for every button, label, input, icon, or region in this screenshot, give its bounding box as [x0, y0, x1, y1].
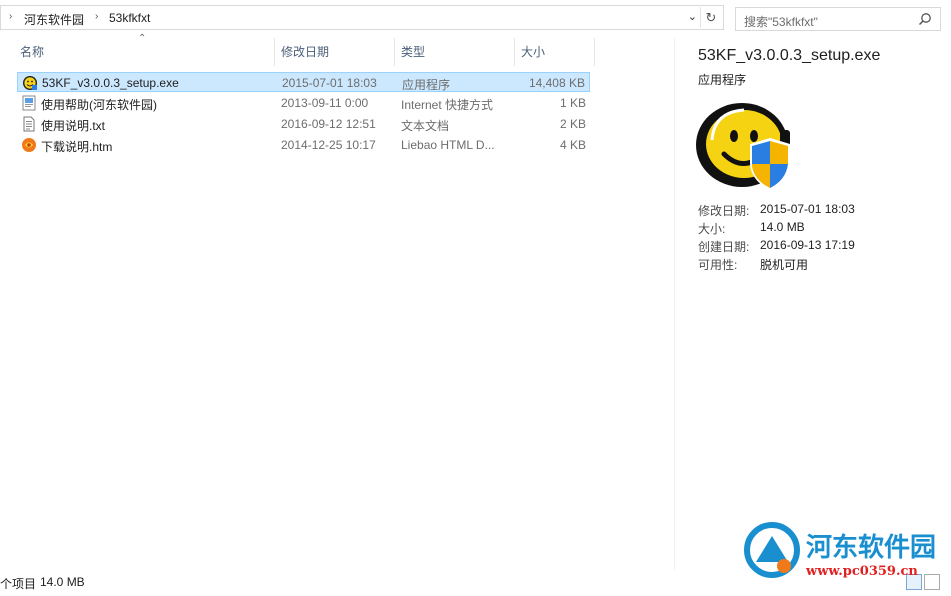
- details-prop-value: 14.0 MB: [760, 220, 805, 234]
- search-input[interactable]: 搜索"53kfkfxt": [735, 7, 941, 31]
- watermark-url: www.pc0359.cn: [806, 564, 918, 579]
- details-prop-value: 脱机可用: [760, 258, 809, 272]
- file-name: 使用帮助(河东软件园): [41, 98, 157, 112]
- file-size: 2 KB: [559, 117, 586, 131]
- liebao-html-icon: [22, 138, 36, 152]
- file-type: Liebao HTML D...: [401, 138, 495, 152]
- text-document-icon: [23, 116, 35, 132]
- status-item-count: 个项目: [0, 577, 37, 591]
- status-selected-size: 14.0 MB: [40, 575, 85, 589]
- search-icon[interactable]: [918, 12, 932, 26]
- breadcrumb-separator-icon[interactable]: ›: [95, 11, 98, 22]
- file-date: 2015-07-01 18:03: [282, 76, 377, 90]
- details-file-type: 应用程序: [698, 73, 747, 87]
- file-row[interactable]: 使用帮助(河东软件园) 2013-09-11 0:00 Internet 快捷方…: [17, 93, 590, 113]
- file-name: 53KF_v3.0.0.3_setup.exe: [42, 76, 179, 90]
- details-prop-label: 可用性:: [698, 258, 738, 272]
- file-date: 2013-09-11 0:00: [281, 96, 369, 110]
- details-prop-label: 创建日期:: [698, 240, 750, 254]
- details-prop-label: 修改日期:: [698, 204, 750, 218]
- file-name: 下载说明.htm: [41, 140, 113, 154]
- watermark-logo-icon: [744, 522, 800, 578]
- file-size: 4 KB: [559, 138, 586, 152]
- breadcrumb-item-current[interactable]: 53kfkfxt: [109, 11, 150, 25]
- watermark-title: 河东软件园: [806, 533, 937, 563]
- details-file-name: 53KF_v3.0.0.3_setup.exe: [698, 47, 881, 64]
- details-prop-value: 2016-09-13 17:19: [760, 238, 855, 252]
- file-type: Internet 快捷方式: [401, 98, 494, 112]
- file-type: 文本文档: [401, 119, 450, 133]
- file-date: 2016-09-12 12:51: [281, 117, 376, 131]
- file-row[interactable]: 下载说明.htm 2014-12-25 10:17 Liebao HTML D.…: [17, 135, 590, 155]
- smiley-app-icon: [696, 103, 790, 190]
- address-bar[interactable]: › 河东软件园 › 53kfkfxt ⌄ ↻: [0, 5, 724, 30]
- smiley-app-icon: [23, 76, 37, 90]
- column-header-type[interactable]: 类型: [395, 38, 515, 66]
- file-name: 使用说明.txt: [41, 119, 106, 133]
- column-header-size[interactable]: 大小: [515, 38, 595, 66]
- file-row[interactable]: 使用说明.txt 2016-09-12 12:51 文本文档 2 KB: [17, 114, 590, 134]
- column-header-date[interactable]: 修改日期: [275, 38, 395, 66]
- column-divider[interactable]: [594, 38, 595, 66]
- details-prop-label: 大小:: [698, 222, 726, 236]
- file-date: 2014-12-25 10:17: [281, 138, 376, 152]
- breadcrumb-chevron-icon[interactable]: ›: [9, 11, 12, 22]
- file-size: 14,408 KB: [528, 76, 585, 90]
- details-prop-value: 2015-07-01 18:03: [760, 202, 855, 216]
- internet-shortcut-icon: [22, 95, 36, 111]
- large-icons-view-icon[interactable]: [924, 574, 940, 590]
- file-row[interactable]: 53KF_v3.0.0.3_setup.exe 2015-07-01 18:03…: [17, 72, 590, 92]
- search-placeholder: 搜索"53kfkfxt": [744, 15, 818, 29]
- column-header-name[interactable]: 名称: [14, 38, 274, 66]
- pane-divider[interactable]: [674, 38, 675, 570]
- file-type: 应用程序: [402, 78, 451, 92]
- breadcrumb-item-hedong[interactable]: 河东软件园: [24, 11, 84, 28]
- refresh-icon[interactable]: ↻: [700, 7, 721, 28]
- file-size: 1 KB: [559, 96, 586, 110]
- address-dropdown-icon[interactable]: ⌄: [688, 10, 697, 23]
